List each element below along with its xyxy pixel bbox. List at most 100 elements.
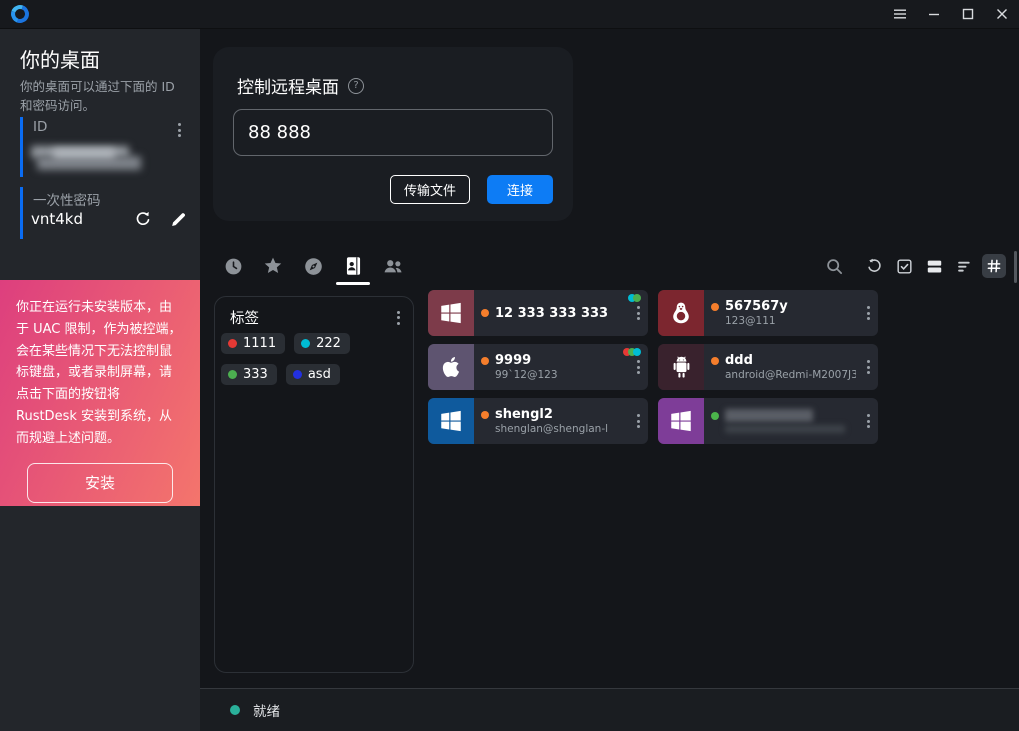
android-logo-icon xyxy=(658,344,704,390)
peer-card[interactable]: dddandroid@Redmi-M2007J3SC xyxy=(658,344,878,390)
tag-color-dot xyxy=(301,339,310,348)
peer-tag-dots xyxy=(626,348,641,356)
tag-chip[interactable]: 222 xyxy=(294,333,350,354)
transfer-file-button[interactable]: 传输文件 xyxy=(390,175,470,204)
peer-status-dot xyxy=(711,412,719,420)
peer-card[interactable] xyxy=(658,398,878,444)
main-area: 控制远程桌面 ? 传输文件 连接 xyxy=(200,29,1019,731)
cards-view-icon xyxy=(925,257,944,276)
peer-toolbar xyxy=(213,248,1006,284)
peer-status-dot xyxy=(481,357,489,365)
peer-name: ddd xyxy=(725,353,753,368)
peer-card[interactable]: shengl2shenglan@shenglan-l xyxy=(428,398,648,444)
minimize-button[interactable] xyxy=(917,0,951,29)
peer-menu-button[interactable] xyxy=(858,290,878,336)
tag-label: 222 xyxy=(316,336,341,351)
id-menu-button[interactable] xyxy=(175,120,184,140)
peer-username: 99`12@123 xyxy=(495,369,626,381)
hamburger-icon xyxy=(892,6,908,22)
windows-logo-icon xyxy=(428,290,474,336)
status-text: 就绪 xyxy=(253,700,280,720)
install-button[interactable]: 安装 xyxy=(27,463,173,503)
people-icon xyxy=(381,255,405,277)
install-warning-panel: 你正在运行未安装版本，由于 UAC 限制，作为被控端，会在某些情况下无法控制鼠标… xyxy=(0,280,200,506)
peer-username: shenglan@shenglan-l xyxy=(495,423,626,435)
scrollbar-thumb[interactable] xyxy=(1014,251,1017,283)
peer-name: 9999 xyxy=(495,353,531,368)
tag-label: 1111 xyxy=(243,336,276,351)
close-icon xyxy=(995,7,1009,21)
linux-logo-icon xyxy=(658,290,704,336)
select-peers-button[interactable] xyxy=(892,254,916,278)
peer-status-dot xyxy=(711,357,719,365)
peer-username: android@Redmi-M2007J3SC xyxy=(725,369,856,381)
peer-status-dot xyxy=(711,303,719,311)
peer-menu-button[interactable] xyxy=(858,398,878,444)
titlebar xyxy=(0,0,1019,29)
peer-grid: 12 333 333 333567567y123@111999999`12@12… xyxy=(428,290,878,444)
menu-button[interactable] xyxy=(883,0,917,29)
peer-card[interactable]: 999999`12@123 xyxy=(428,344,648,390)
search-button[interactable] xyxy=(822,254,846,278)
refresh-password-icon[interactable] xyxy=(133,209,153,229)
id-value-redacted xyxy=(31,143,143,173)
tag-chip[interactable]: asd xyxy=(286,364,340,385)
clock-icon xyxy=(223,256,244,277)
tag-label: 333 xyxy=(243,367,268,382)
tab-favorites[interactable] xyxy=(261,251,285,281)
list-view-button[interactable] xyxy=(952,254,976,278)
checkbox-icon xyxy=(895,257,914,276)
big-tiles-view-button[interactable] xyxy=(922,254,946,278)
connect-card-title: 控制远程桌面 xyxy=(237,73,339,98)
address-book-icon xyxy=(343,255,364,277)
tags-panel: 标签 1111 222 333 asd xyxy=(214,296,414,673)
compass-icon xyxy=(303,256,324,277)
macos-logo-icon xyxy=(428,344,474,390)
restore-sessions-button[interactable] xyxy=(862,254,886,278)
peer-name-redacted xyxy=(725,409,813,422)
grid-view-button[interactable] xyxy=(982,254,1006,278)
peer-status-dot xyxy=(481,411,489,419)
tag-color-dot xyxy=(228,339,237,348)
id-section: ID xyxy=(20,117,188,177)
password-label: 一次性密码 xyxy=(33,189,101,209)
tag-label: asd xyxy=(308,367,331,382)
peer-name: 567567y xyxy=(725,299,788,314)
peer-username: 123@111 xyxy=(725,315,856,327)
tags-panel-title: 标签 xyxy=(230,307,259,328)
star-icon xyxy=(262,255,284,277)
maximize-icon xyxy=(961,7,975,21)
tab-address-book[interactable] xyxy=(341,251,365,281)
tag-chip[interactable]: 1111 xyxy=(221,333,285,354)
password-section: 一次性密码 vnt4kd xyxy=(20,187,188,239)
peer-view-actions xyxy=(822,254,1006,278)
tab-recent-sessions[interactable] xyxy=(221,251,245,281)
windows-logo-icon xyxy=(428,398,474,444)
help-circle-icon[interactable]: ? xyxy=(348,78,364,94)
tab-discovered[interactable] xyxy=(301,251,325,281)
peer-name: 12 333 333 333 xyxy=(495,306,608,321)
tags-menu-button[interactable] xyxy=(394,308,403,328)
peer-menu-button[interactable] xyxy=(858,344,878,390)
tag-chips: 1111 222 333 asd xyxy=(221,333,407,385)
peer-card[interactable]: 567567y123@111 xyxy=(658,290,878,336)
peer-menu-button[interactable] xyxy=(628,398,648,444)
peer-card[interactable]: 12 333 333 333 xyxy=(428,290,648,336)
tab-group[interactable] xyxy=(381,251,405,281)
maximize-button[interactable] xyxy=(951,0,985,29)
sidebar: 你的桌面 你的桌面可以通过下面的 ID 和密码访问。 ID 一次性密码 vnt4… xyxy=(0,29,200,731)
connect-button[interactable]: 连接 xyxy=(487,175,553,204)
status-dot xyxy=(230,705,240,715)
tag-chip[interactable]: 333 xyxy=(221,364,277,385)
install-warning-text: 你正在运行未安装版本，由于 UAC 限制，作为被控端，会在某些情况下无法控制鼠标… xyxy=(16,297,184,450)
minimize-icon xyxy=(927,7,941,21)
pencil-edit-icon[interactable] xyxy=(169,210,188,229)
close-button[interactable] xyxy=(985,0,1019,29)
rustdesk-logo-icon xyxy=(8,2,32,26)
id-label: ID xyxy=(33,119,47,135)
refresh-arrow-icon xyxy=(865,257,884,276)
peer-tag-dots xyxy=(631,294,641,302)
remote-id-input[interactable] xyxy=(233,109,553,156)
grid-hash-icon xyxy=(985,257,1003,275)
peer-username-redacted xyxy=(725,425,845,433)
